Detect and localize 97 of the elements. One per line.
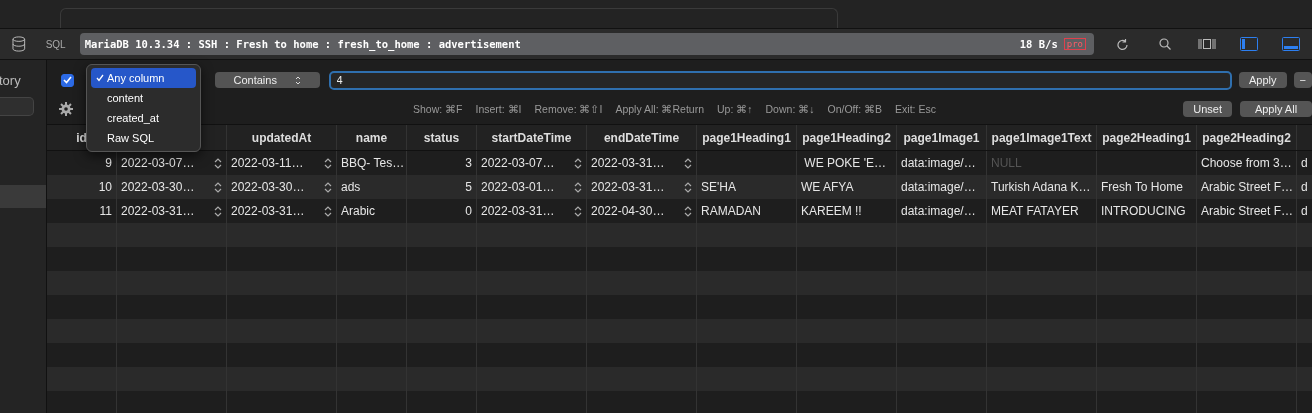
unset-button[interactable]: Unset: [1183, 101, 1232, 117]
cell-text: data:image/…: [901, 204, 976, 218]
cell-text: 2022-04-30…: [591, 204, 665, 218]
stepper-icon[interactable]: [324, 204, 332, 218]
stepper-icon[interactable]: [684, 204, 692, 218]
search-icon[interactable]: [1159, 38, 1171, 50]
cell-text: Choose from 3…: [1201, 156, 1292, 170]
stepper-icon[interactable]: [214, 204, 222, 218]
cell-text: 2022-03-31…: [591, 156, 665, 170]
cell-text: data:image/…: [901, 156, 976, 170]
cell-text: 3: [465, 156, 472, 170]
settings-icon[interactable]: [59, 102, 73, 116]
shortcut-hint: Remove: ⌘⇧I: [534, 103, 603, 115]
operator-select[interactable]: Contains: [214, 72, 320, 88]
cell-text: Arabic Street F…: [1201, 204, 1294, 218]
cell-text: 11: [99, 204, 112, 218]
cell-text: 2022-03-31…: [121, 204, 195, 218]
column-header[interactable]: page1Heading1: [702, 130, 791, 145]
shortcut-hint: Apply All: ⌘Return: [615, 103, 704, 115]
column-header[interactable]: name: [355, 130, 388, 145]
shortcut-hint: Insert: ⌘I: [475, 103, 522, 115]
pro-badge: pro: [1063, 38, 1086, 50]
stepper-icon[interactable]: [574, 156, 582, 170]
column-header[interactable]: endDateTime: [603, 130, 680, 145]
cell-text: WE AFYA: [801, 180, 854, 194]
shortcut-hint: Show: ⌘F: [413, 103, 463, 115]
menu-item[interactable]: Raw SQL: [91, 128, 196, 148]
database-icon[interactable]: [12, 36, 26, 52]
columns-icon[interactable]: [1198, 38, 1216, 50]
sidebar-heading: tory: [0, 73, 22, 88]
stepper-icon[interactable]: [324, 156, 332, 170]
bottom-panel-icon[interactable]: [1282, 37, 1300, 51]
cell-text: Turkish Adana K…: [991, 180, 1091, 194]
shortcut-hint: On/Off: ⌘B: [827, 103, 883, 115]
column-header[interactable]: page2Heading2: [1202, 130, 1291, 145]
cell-text: 2022-03-31…: [481, 204, 555, 218]
cell-text: SE'HA: [701, 180, 736, 194]
cell-text: MEAT FATAYER: [991, 204, 1079, 218]
cell-text: INTRODUCING: [1101, 204, 1186, 218]
apply-all-button[interactable]: Apply All: [1240, 101, 1312, 117]
filter-input[interactable]: 4: [328, 70, 1232, 90]
cell-text: 9: [105, 156, 112, 170]
connection-text: MariaDB 10.3.34 : SSH : Fresh to home : fresh_to_home : advertisement: [84, 38, 522, 50]
stepper-icon[interactable]: [684, 156, 692, 170]
cell-text: 2022-03-30…: [121, 180, 195, 194]
cell-text: 2022-03-31…: [231, 204, 305, 218]
column-header[interactable]: page2Heading1: [1102, 130, 1191, 145]
remove-filter-button[interactable]: −: [1293, 72, 1312, 88]
cell-text: d: [1301, 156, 1308, 170]
cell-text: 0: [465, 204, 472, 218]
cell-text: Fresh To Home: [1101, 180, 1183, 194]
shortcut-hint: Up: ⌘↑: [717, 103, 753, 115]
sidebar-search-field[interactable]: [0, 97, 34, 116]
transfer-rate: 18 B/s: [1019, 38, 1058, 50]
shortcut-hint: Exit: Esc: [895, 103, 936, 115]
menu-item[interactable]: created_at: [91, 108, 196, 128]
stepper-icon[interactable]: [684, 180, 692, 194]
cell-text: d: [1301, 204, 1308, 218]
cell-text: Arabic Street F…: [1201, 180, 1294, 194]
cell-text: 2022-03-30…: [231, 180, 305, 194]
cell-text: RAMADAN: [701, 204, 761, 218]
sidebar-toggle-icon[interactable]: [1240, 37, 1258, 51]
apply-button[interactable]: Apply: [1239, 72, 1287, 88]
stepper-icon[interactable]: [214, 156, 222, 170]
cell-text: data:image/…: [901, 180, 976, 194]
cell-text: 2022-03-07…: [481, 156, 555, 170]
cell-text: KAREEM !!: [801, 204, 862, 218]
stepper-icon[interactable]: [324, 180, 332, 194]
cell-text: 5: [465, 180, 472, 194]
stepper-icon[interactable]: [574, 180, 582, 194]
filter-checkbox[interactable]: [61, 73, 74, 87]
column-header[interactable]: startDateTime: [491, 130, 572, 145]
column-header[interactable]: status: [423, 130, 460, 145]
stepper-icon[interactable]: [214, 180, 222, 194]
menu-item[interactable]: content: [91, 88, 196, 108]
cell-text: 10: [98, 180, 112, 194]
refresh-icon[interactable]: [1117, 37, 1129, 51]
cell-text: d: [1301, 180, 1308, 194]
cell-text: ads: [341, 180, 361, 194]
sql-label[interactable]: SQL: [45, 38, 66, 50]
column-header[interactable]: page1Image1: [903, 130, 980, 145]
cell-text: BBQ- Tes…: [341, 156, 405, 170]
shortcut-hint: Down: ⌘↓: [765, 103, 815, 115]
checkmark-icon: [96, 74, 104, 82]
cell-text: 2022-03-11…: [231, 156, 304, 170]
cell-text: 2022-03-07…: [121, 156, 195, 170]
cell-text: Arabic: [341, 204, 375, 218]
column-header[interactable]: updatedAt: [251, 130, 312, 145]
cell-text: WE POKE 'E…: [803, 156, 886, 170]
updown-chevron-icon: [294, 75, 301, 85]
cell-text: 2022-03-01…: [481, 180, 555, 194]
stepper-icon[interactable]: [574, 204, 582, 218]
column-header[interactable]: page1Image1Text: [991, 130, 1092, 145]
cell-text: 2022-03-31…: [591, 180, 665, 194]
column-header[interactable]: page1Heading2: [802, 130, 891, 145]
menu-item[interactable]: Any column: [91, 68, 196, 88]
column-header[interactable]: id: [76, 130, 87, 145]
